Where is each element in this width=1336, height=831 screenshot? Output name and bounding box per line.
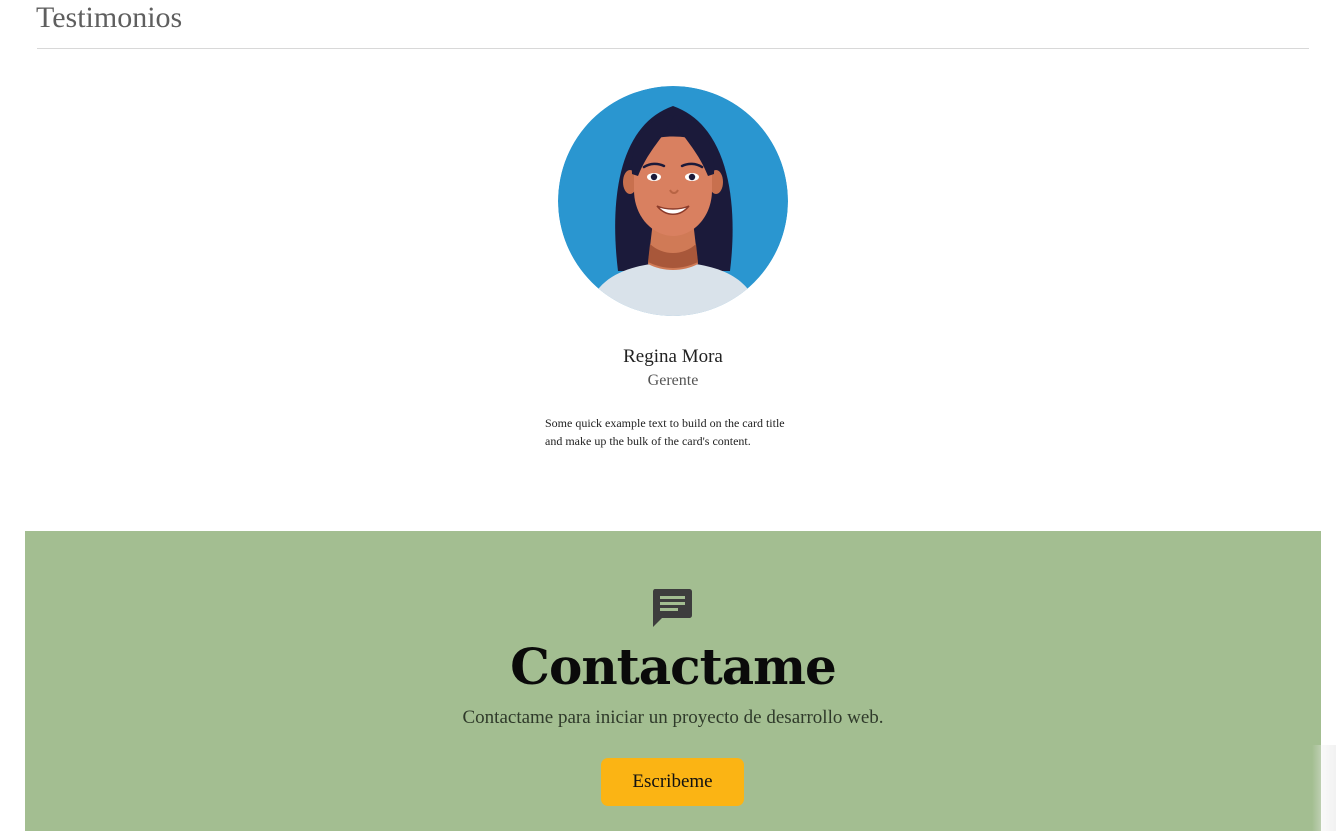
avatar xyxy=(558,86,788,316)
contact-subtitle: Contactame para iniciar un proyecto de d… xyxy=(462,707,884,728)
section-divider xyxy=(37,48,1309,49)
scroll-edge-shadow xyxy=(1312,745,1336,831)
testimonial-card: Regina Mora Gerente Some quick example t… xyxy=(536,86,810,450)
contact-title: Contactame xyxy=(510,637,837,696)
testimonials-heading: Testimonios xyxy=(36,1,183,34)
contact-section: Contactame Contactame para iniciar un pr… xyxy=(25,531,1321,831)
testimonial-role: Gerente xyxy=(647,372,699,389)
testimonial-quote: Some quick example text to build on the … xyxy=(545,416,785,448)
chat-message-icon xyxy=(653,589,692,627)
page: Testimonios Regina Mora Gerente Some qui… xyxy=(0,0,1336,831)
avatar-illustration xyxy=(558,86,788,316)
testimonial-name: Regina Mora xyxy=(623,346,723,367)
write-me-button[interactable]: Escribeme xyxy=(601,758,744,806)
